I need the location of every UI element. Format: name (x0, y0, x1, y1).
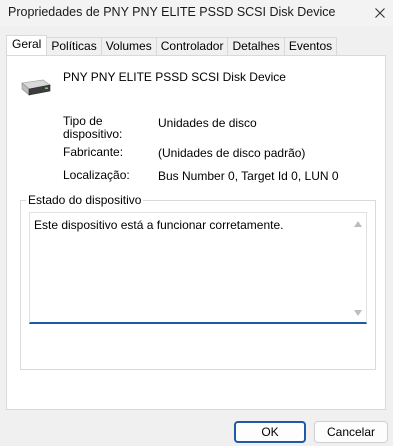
device-status-textbox[interactable]: Este dispositivo está a funcionar corret… (29, 212, 367, 324)
location-value: Bus Number 0, Target Id 0, LUN 0 (158, 169, 339, 183)
manufacturer-label: Fabricante: (63, 145, 124, 159)
close-button[interactable] (367, 0, 393, 26)
disk-drive-icon (21, 79, 51, 96)
scroll-up-arrow-icon[interactable] (354, 221, 362, 227)
tab-detalhes[interactable]: Detalhes (227, 37, 285, 55)
title-bar: Propriedades de PNY PNY ELITE PSSD SCSI … (0, 0, 393, 26)
tab-politicas[interactable]: Políticas (46, 37, 102, 55)
window-title: Propriedades de PNY PNY ELITE PSSD SCSI … (8, 5, 336, 19)
ok-button[interactable]: OK (234, 421, 306, 443)
tab-controlador[interactable]: Controlador (155, 37, 229, 55)
tab-strip: Geral Políticas Volumes Controlador Deta… (6, 35, 338, 55)
device-status-group-label: Estado do dispositivo (26, 193, 144, 207)
tab-volumes[interactable]: Volumes (100, 37, 157, 55)
tab-eventos[interactable]: Eventos (283, 37, 338, 55)
close-icon (375, 8, 385, 18)
location-label: Localização: (63, 168, 130, 182)
scroll-down-arrow-icon[interactable] (354, 310, 362, 316)
cancel-button[interactable]: Cancelar (314, 421, 388, 443)
device-type-label-line2: dispositivo: (63, 127, 123, 141)
device-type-label: Tipo de dispositivo: (63, 115, 122, 141)
device-type-value: Unidades de disco (158, 116, 257, 130)
tab-geral[interactable]: Geral (6, 35, 48, 55)
manufacturer-value: (Unidades de disco padrão) (158, 146, 306, 160)
general-tab-panel: PNY PNY ELITE PSSD SCSI Disk Device Tipo… (6, 55, 386, 410)
device-status-group: Estado do dispositivo Este dispositivo e… (20, 193, 376, 370)
device-name: PNY PNY ELITE PSSD SCSI Disk Device (63, 70, 286, 84)
device-status-text: Este dispositivo está a funcionar corret… (34, 218, 284, 232)
